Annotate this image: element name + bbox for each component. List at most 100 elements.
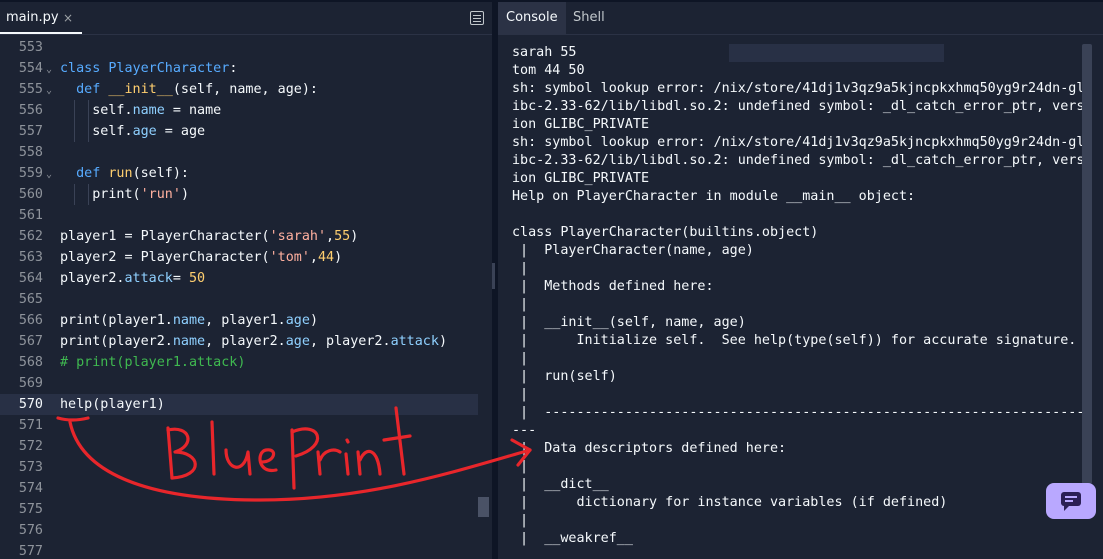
code-token: print(player1. [60, 313, 173, 328]
code-line[interactable]: 559 ⌄ def run(self): [0, 163, 478, 184]
code-line[interactable]: 574 [0, 478, 478, 499]
console-line: | [512, 513, 529, 528]
code-line[interactable]: 572 [0, 436, 478, 457]
code-line[interactable]: 571 [0, 415, 478, 436]
code-editor[interactable]: 553 554 ⌄ class PlayerCharacter: 555 ⌄ def __… [0, 37, 492, 559]
code-line[interactable]: 576 [0, 520, 478, 541]
console-line: | [512, 297, 529, 312]
line-number: 560 [18, 187, 43, 202]
code-token: 44 [317, 250, 335, 265]
console-line: | [512, 351, 529, 366]
tab-shell[interactable]: Shell [567, 2, 611, 34]
editor-pane: main.py × 553 554 ⌄ class PlayerCharacter: 5… [0, 2, 492, 559]
console-scrollbar[interactable] [1082, 44, 1092, 484]
console-line: tom 44 50 [512, 63, 585, 78]
fold-chevron-icon[interactable]: ⌄ [46, 80, 52, 101]
code-line[interactable]: 556 self.name = name [0, 100, 478, 121]
fold-chevron-icon[interactable]: ⌄ [46, 164, 52, 185]
console-line: | Data descriptors defined here: [512, 441, 787, 456]
code-token: age [132, 124, 157, 139]
code-token: def [76, 166, 109, 181]
code-line[interactable]: 555 ⌄ def __init__(self, name, age): [0, 79, 478, 100]
code-text: print(player2.name, player2.age, player2… [60, 331, 447, 352]
code-line[interactable]: 566 print(player1.name, player1.age) [0, 310, 478, 331]
line-number: 559 [18, 166, 43, 181]
tab-console[interactable]: Console [498, 2, 566, 34]
code-line[interactable]: 569 [0, 373, 478, 394]
code-token: 'sarah' [269, 229, 327, 244]
code-token: name [172, 334, 206, 349]
code-line[interactable]: 565 [0, 289, 478, 310]
pane-resize-handle[interactable] [492, 263, 495, 289]
close-icon[interactable]: × [63, 2, 73, 34]
code-text: class PlayerCharacter: [60, 58, 237, 79]
code-token: name [132, 103, 165, 118]
line-number: 557 [18, 124, 43, 139]
code-token: : [229, 61, 238, 76]
console-line: sh: symbol lookup error: /nix/store/41dj… [512, 81, 1083, 96]
code-token: , [309, 250, 318, 265]
code-token: print( [60, 187, 141, 202]
console-line: --- [512, 423, 537, 438]
tab-main-py[interactable]: main.py × [0, 2, 82, 34]
code-line[interactable]: 557 self.age = age [0, 121, 478, 142]
code-token: # print(player1.attack) [60, 355, 246, 370]
code-token: (self, name, age): [172, 82, 318, 97]
console-line: | __init__(self, name, age) [512, 315, 746, 330]
code-line[interactable]: 568 # print(player1.attack) [0, 352, 478, 373]
code-token: attack [390, 334, 439, 349]
console-output: sarah 55 tom 44 50 sh: symbol lookup error… [512, 44, 1083, 548]
editor-scrollbar[interactable] [478, 497, 489, 517]
code-token: ) [350, 229, 359, 244]
line-number: 553 [18, 40, 43, 55]
menu-icon[interactable] [470, 11, 484, 25]
code-token: help(player1) [60, 397, 165, 412]
line-number: 576 [18, 523, 43, 538]
code-line[interactable]: 553 [0, 37, 478, 58]
code-line[interactable]: 560 print('run') [0, 184, 478, 205]
code-token: self. [60, 124, 133, 139]
code-line[interactable]: 575 [0, 499, 478, 520]
code-line[interactable]: 554 ⌄ class PlayerCharacter: [0, 58, 478, 79]
code-text: print('run') [60, 184, 189, 205]
tab-label: main.py [6, 10, 59, 25]
console-line: | [512, 459, 529, 474]
fold-chevron-icon[interactable]: ⌄ [46, 59, 52, 80]
console-line: Help on PlayerCharacter in module __main… [512, 189, 916, 204]
console-tabbar: Console Shell [498, 2, 1103, 35]
code-text: def run(self): [60, 163, 189, 184]
code-line[interactable]: 558 [0, 142, 478, 163]
code-line[interactable]: 567 print(player2.name, player2.age, play… [0, 331, 478, 352]
console-line: class PlayerCharacter(builtins.object) [512, 225, 819, 240]
line-number: 567 [18, 334, 43, 349]
line-number: 561 [18, 208, 43, 223]
code-token: ) [334, 250, 343, 265]
code-token: def [76, 82, 109, 97]
line-number: 570 [18, 397, 43, 412]
console-line: | Methods defined here: [512, 279, 714, 294]
code-text: help(player1) [60, 394, 165, 415]
code-line[interactable]: 562 player1 = PlayerCharacter('sarah',55) [0, 226, 478, 247]
chat-button[interactable] [1046, 483, 1096, 519]
code-token: , [326, 229, 335, 244]
line-number: 577 [18, 544, 43, 559]
code-token: = [172, 271, 189, 286]
console-line: | [512, 261, 529, 276]
code-token: , player2. [205, 334, 286, 349]
code-line[interactable]: 573 [0, 457, 478, 478]
code-token: class [60, 61, 109, 76]
code-line[interactable]: 561 [0, 205, 478, 226]
code-line[interactable]: 564 player2.attack= 50 [0, 268, 478, 289]
code-token: , player2. [309, 334, 391, 349]
line-number: 568 [18, 355, 43, 370]
line-number: 556 [18, 103, 43, 118]
code-line[interactable]: 570 help(player1) [0, 394, 478, 415]
redacted-area [729, 44, 944, 62]
code-line[interactable]: 563 player2 = PlayerCharacter('tom',44) [0, 247, 478, 268]
chat-icon [1061, 492, 1081, 511]
console-line: | __dict__ [512, 477, 609, 492]
code-line[interactable]: 577 [0, 541, 478, 559]
